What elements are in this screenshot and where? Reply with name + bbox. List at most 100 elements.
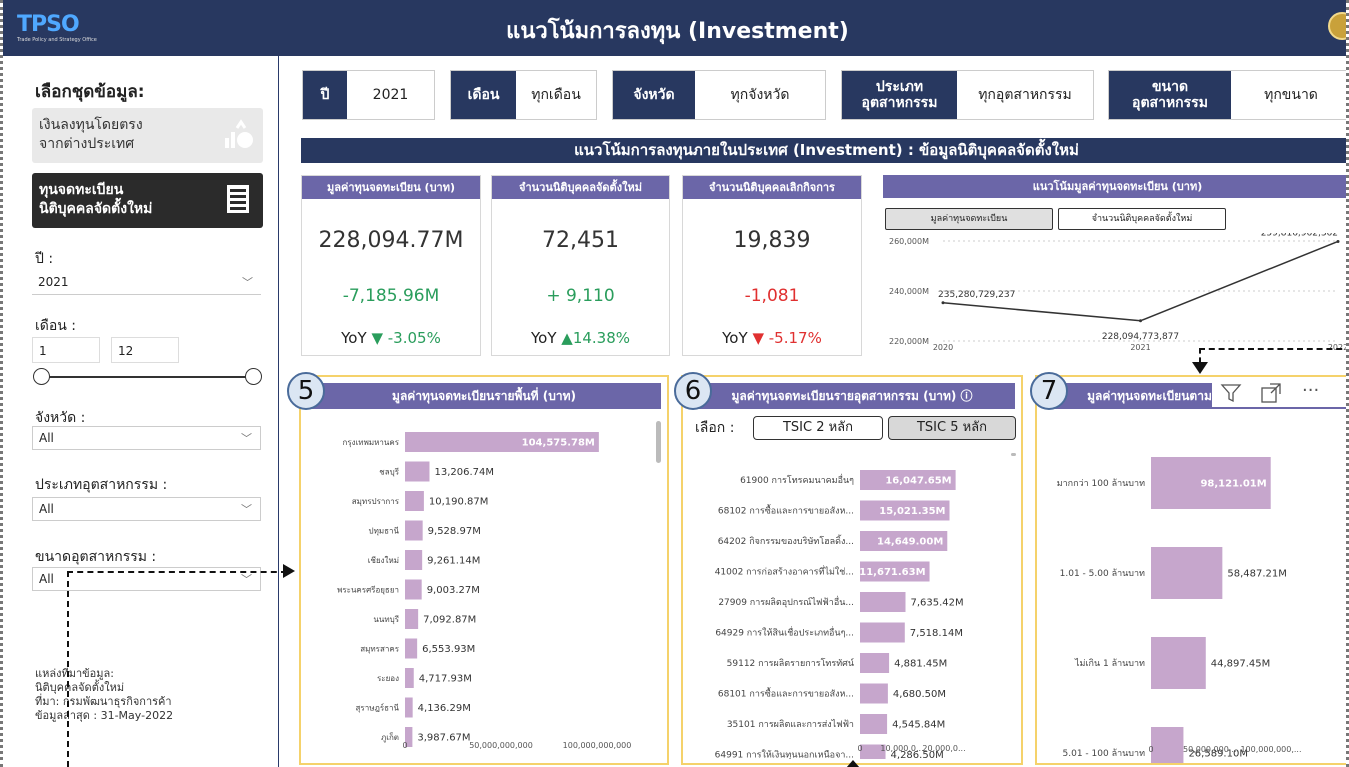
tsic5-button[interactable]: TSIC 5 หลัก (888, 416, 1016, 440)
filter-month[interactable]: เดือน ทุกเดือน (450, 70, 597, 120)
data-source-note: แหล่งที่มาข้อมูล: นิติบุคคลจัดตั้งใหม่ ท… (35, 667, 174, 722)
category-label: 68102 การซื้อและการขายอสังห... (718, 504, 854, 517)
x-tick-label: 50,000,000,000 (469, 741, 533, 750)
bar (860, 683, 888, 704)
x-tick-label: 0 (402, 741, 407, 750)
annotation-line (1199, 348, 1201, 363)
page-title: แนวโน้มการลงทุน (Investment) (506, 19, 849, 44)
bar (1151, 547, 1223, 599)
x-tick-label: 10,000,0... (880, 744, 923, 753)
data-label: 259,816,962,362 (1261, 233, 1338, 238)
badge-5: 5 (287, 372, 325, 410)
filter-province[interactable]: จังหวัด ทุกจังหวัด (612, 70, 826, 120)
x-tick-label: 50,000,000,... (1183, 745, 1239, 754)
data-label: 11,671.63M (859, 567, 925, 578)
more-options-icon[interactable]: ··· (1302, 380, 1319, 401)
category-label: 64202 กิจกรรมของบริษัทโฮลดิ้ง... (718, 534, 854, 547)
section-banner: แนวโน้มการลงทุนภายในประเทศ (Investment) … (301, 138, 1346, 163)
filter-industry-type[interactable]: ประเภท อุตสาหกรรม ทุกอุตสาหกรรม (841, 70, 1094, 120)
data-label: 44,897.45M (1211, 659, 1271, 670)
category-label: 27909 การผลิตอุปกรณ์ไฟฟ้าอื่น... (718, 595, 854, 608)
kpi-yoy: YoY ▼ -3.05% (341, 329, 441, 347)
trend-chart-card: แนวโน้มมูลค่าทุนจดทะเบียน (บาท) มูลค่าทุ… (883, 175, 1346, 356)
annotation-arrow-icon (1192, 362, 1208, 374)
new-company-dataset-button[interactable]: ทุนจดทะเบียน นิติบุคคลจัดตั้งใหม่ (32, 173, 263, 228)
kpi-change: + 9,110 (546, 286, 615, 306)
panel-size: มูลค่าทุนจดทะเบียนตามขนาดอุตสาหกรรม ··· … (1035, 375, 1346, 765)
bar (405, 609, 419, 629)
filter-icon[interactable] (1220, 382, 1242, 408)
data-label: 58,487.21M (1227, 569, 1287, 580)
bar (405, 550, 423, 570)
data-label: 4,881.45M (894, 659, 947, 670)
filter-year[interactable]: ปี 2021 (302, 70, 435, 120)
x-tick-label: 2021 (1130, 343, 1150, 352)
bar (405, 520, 423, 541)
category-label: ปทุมธานี (369, 527, 400, 536)
scrollbar[interactable] (1011, 453, 1016, 456)
capital-value-toggle[interactable]: มูลค่าทุนจดทะเบียน (885, 208, 1053, 230)
category-label: 61900 การโทรคมนาคมอื่นๆ (740, 473, 854, 486)
slider-start-handle[interactable] (33, 368, 50, 385)
up-arrow-icon: ▲ (561, 329, 573, 347)
category-label: ภูเก็ต (381, 732, 399, 743)
data-label: 9,261.14M (427, 556, 480, 567)
month-range-slider[interactable] (33, 368, 262, 385)
bar (860, 653, 890, 673)
category-label: ระยอง (377, 674, 399, 683)
new-company-count-toggle[interactable]: จำนวนนิติบุคคลจัดตั้งใหม่ (1058, 208, 1226, 230)
industry-type-label: ประเภทอุตสาหกรรม : (35, 477, 168, 493)
kpi-new-companies: จำนวนนิติบุคคลจัดตั้งใหม่ 72,451 + 9,110… (491, 175, 670, 356)
kpi-yoy: YoY ▲14.38% (530, 329, 631, 347)
area-bar-chart: กรุงเทพมหานคร 104,575.78M ชลบุรี 13,206.74M… (337, 432, 631, 750)
chevron-down-icon: ﹀ (241, 573, 252, 586)
data-label: 4,680.50M (893, 689, 946, 700)
data-label: 6,553.93M (422, 644, 475, 655)
size-bar-chart: มากกว่า 100 ล้านบาท 98,121.01M 1.01 - 5.00… (1057, 457, 1302, 763)
chevron-down-icon: ﹀ (242, 276, 253, 289)
category-label: สุราษฎร์ธานี (356, 703, 400, 713)
month-from-input[interactable]: 1 (32, 337, 100, 363)
y-tick-label: 220,000M (889, 337, 929, 346)
category-label: ไม่เกิน 1 ล้านบาท (1074, 658, 1145, 669)
data-label: 4,545.84M (892, 720, 945, 731)
filter-industry-size[interactable]: ขนาด อุตสาหกรรม ทุกขนาด (1108, 70, 1346, 120)
sidebar: เลือกชุดข้อมูล: เงินลงทุนโดยตรง จากต่างป… (3, 56, 279, 767)
category-label: 64929 การให้สินเชื่อประเภทอื่นๆ... (715, 626, 854, 639)
category-label: 1.01 - 5.00 ล้านบาท (1060, 568, 1145, 579)
chevron-down-icon: ﹀ (241, 503, 252, 516)
industry-type-dropdown[interactable]: All ﹀ (32, 497, 261, 521)
year-label: ปี : (35, 251, 54, 267)
fdi-dataset-button[interactable]: เงินลงทุนโดยตรง จากต่างประเทศ (32, 108, 263, 163)
bar (1151, 637, 1206, 689)
kpi-value: 19,839 (733, 228, 811, 253)
data-label: 16,047.65M (885, 476, 951, 487)
province-dropdown[interactable]: All ﹀ (32, 426, 261, 450)
focus-mode-icon[interactable] (1260, 382, 1282, 408)
slider-end-handle[interactable] (245, 368, 262, 385)
building-icon (227, 185, 249, 213)
data-label: 7,635.42M (910, 598, 963, 609)
tsic2-button[interactable]: TSIC 2 หลัก (753, 416, 883, 440)
category-label: 35101 การผลิตและการส่งไฟฟ้า (727, 719, 854, 730)
data-label: 4,136.29M (418, 703, 471, 714)
data-label: 13,206.74M (434, 467, 494, 478)
kpi-value: 228,094.77M (318, 228, 464, 253)
data-label: 9,003.27M (427, 585, 480, 596)
category-label: พระนครศรีอยุธยา (337, 586, 399, 595)
visual-toolbar: ··· (1212, 379, 1346, 408)
data-label: 235,280,729,237 (938, 290, 1015, 300)
month-to-input[interactable]: 12 (111, 337, 179, 363)
year-dropdown[interactable]: 2021 ﹀ (32, 271, 261, 295)
data-label: 3,987.67M (417, 733, 470, 744)
category-label: นนทบุรี (373, 615, 399, 624)
x-tick-label: 20,000,0... (922, 744, 965, 753)
data-point (1336, 239, 1340, 243)
y-tick-label: 240,000M (889, 287, 929, 296)
chevron-down-icon: ﹀ (241, 432, 252, 445)
down-arrow-icon: ▼ (371, 329, 383, 347)
x-tick-label: 2020 (933, 343, 953, 352)
bar (860, 592, 906, 612)
scrollbar[interactable] (656, 421, 661, 463)
data-label: 15,021.35M (879, 506, 945, 517)
